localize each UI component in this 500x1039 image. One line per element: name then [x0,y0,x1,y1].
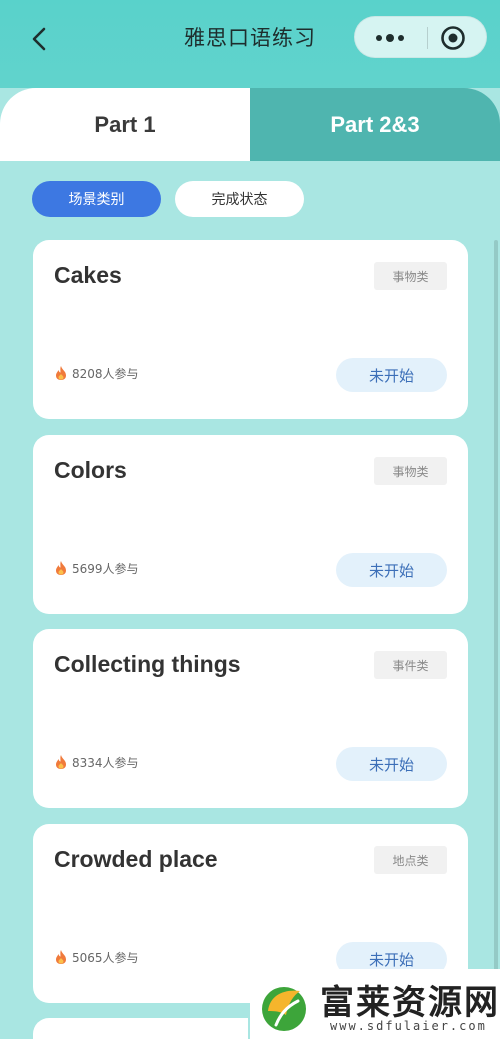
filter-completion-status[interactable]: 完成状态 [175,181,304,217]
participant-count: 8208人参与 [54,363,139,383]
topic-category-tag: 事件类 [374,651,447,679]
topic-title: Crowded place [54,846,218,872]
topic-title: Collecting things [54,651,241,677]
participant-count-text: 5065人参与 [72,950,139,965]
capsule-divider [427,27,428,49]
participant-count-text: 8208人参与 [72,366,139,381]
participant-count-text: 5699人参与 [72,561,139,576]
status-pill[interactable]: 未开始 [336,553,447,587]
participant-count-text: 8334人参与 [72,755,139,770]
leaf-logo-icon [262,987,306,1031]
participant-count: 5699人参与 [54,558,139,578]
flame-icon [56,755,66,769]
topic-card-partial[interactable] [33,1018,248,1039]
topic-category-tag: 事物类 [374,262,447,290]
topic-category-tag: 地点类 [374,846,447,874]
scrollbar[interactable] [494,240,498,1039]
participant-count: 5065人参与 [54,947,139,967]
flame-icon [56,561,66,575]
watermark-name: 富莱资源网 [320,983,500,1023]
topic-title: Cakes [54,262,122,288]
nav-bar: 雅思口语练习 [0,0,500,88]
topic-card[interactable]: Cakes 事物类 8208人参与 未开始 [33,240,468,419]
part-tabs: Part 1 Part 2&3 [0,88,500,161]
site-watermark: 富莱资源网 www.sdfulaier.com [250,969,500,1039]
watermark-url: www.sdfulaier.com [330,1019,487,1033]
topic-title: Colors [54,457,127,483]
status-pill[interactable]: 未开始 [336,747,447,781]
participant-count: 8334人参与 [54,752,139,772]
miniprogram-capsule [354,16,487,58]
more-dots-icon[interactable] [373,28,407,48]
close-target-icon[interactable] [440,25,466,51]
flame-icon [56,366,66,380]
tab-part-2-3[interactable]: Part 2&3 [250,88,500,161]
status-pill[interactable]: 未开始 [336,358,447,392]
topic-category-tag: 事物类 [374,457,447,485]
topic-card[interactable]: Collecting things 事件类 8334人参与 未开始 [33,629,468,808]
filter-scene-category[interactable]: 场景类别 [32,181,161,217]
topic-card[interactable]: Colors 事物类 5699人参与 未开始 [33,435,468,614]
flame-icon [56,950,66,964]
tab-part-1[interactable]: Part 1 [0,88,250,161]
